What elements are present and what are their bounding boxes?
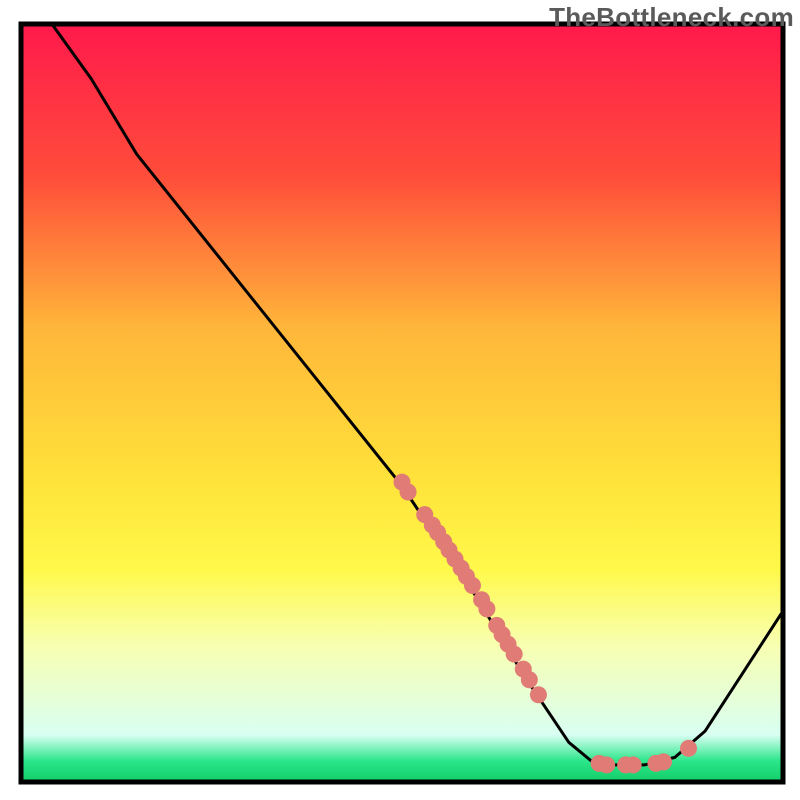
data-marker	[680, 740, 697, 757]
data-marker	[625, 756, 642, 773]
gradient-background	[23, 26, 781, 780]
attribution-watermark: TheBottleneck.com	[549, 2, 794, 33]
data-marker	[506, 646, 523, 663]
data-marker	[478, 600, 495, 617]
data-marker	[598, 756, 615, 773]
bottleneck-chart	[0, 0, 800, 800]
data-marker	[530, 686, 547, 703]
data-marker	[464, 577, 481, 594]
data-marker	[521, 671, 538, 688]
chart-container: TheBottleneck.com	[0, 0, 800, 800]
data-marker	[400, 483, 417, 500]
data-marker	[655, 753, 672, 770]
